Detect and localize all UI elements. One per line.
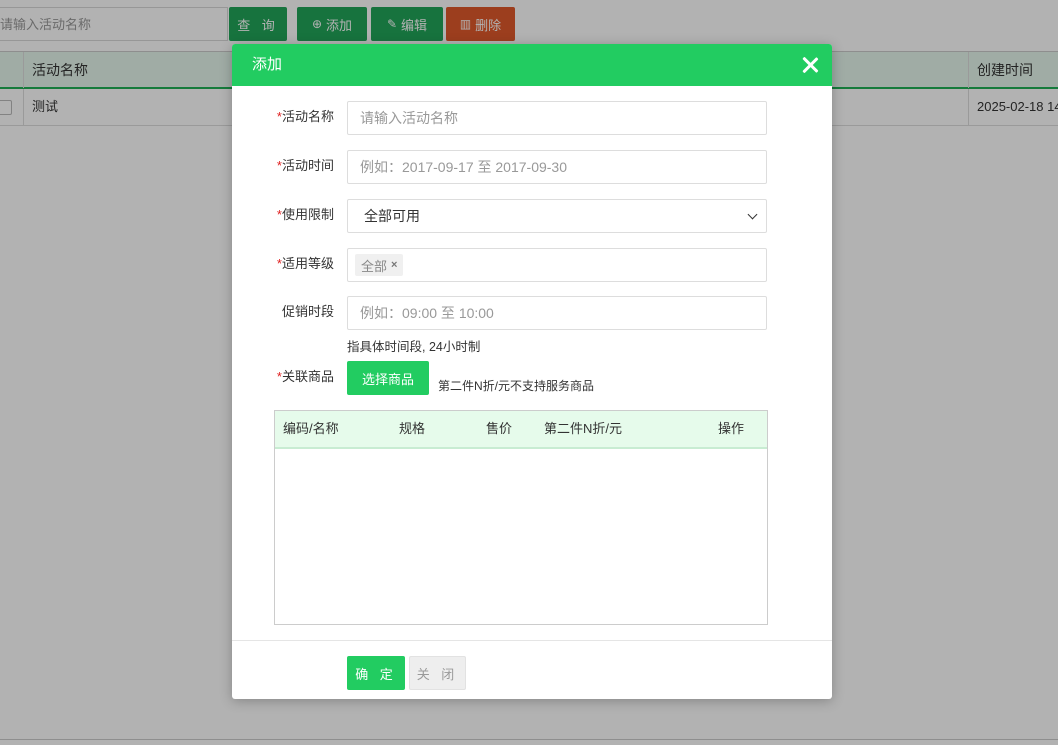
goods-col-code: 编码/名称 (283, 421, 339, 436)
goods-table: 编码/名称 规格 售价 第二件N折/元 操作 (274, 410, 768, 625)
level-label-text: 适用等级 (281, 256, 334, 271)
level-label: *适用等级 (272, 256, 334, 272)
dialog-footer-divider (232, 640, 832, 641)
goods-col-spec: 规格 (399, 421, 426, 436)
level-tag-label: 全部 (361, 258, 388, 274)
level-multiselect[interactable]: 全部 × (347, 248, 767, 282)
time-label: *活动时间 (272, 158, 334, 174)
goods-hint: 第二件N折/元不支持服务商品 (438, 379, 595, 393)
promo-period-input[interactable] (347, 296, 767, 330)
activity-name-input[interactable] (347, 101, 767, 135)
time-label-text: 活动时间 (281, 158, 334, 173)
usage-limit-select[interactable]: 全部可用 (347, 199, 767, 233)
limit-label-text: 使用限制 (281, 207, 334, 222)
goods-label-text: 关联商品 (281, 369, 334, 384)
limit-label: *使用限制 (272, 207, 334, 223)
goods-table-header: 编码/名称 规格 售价 第二件N折/元 操作 (275, 411, 767, 449)
remove-tag-icon[interactable]: × (391, 259, 397, 271)
close-icon[interactable] (800, 55, 820, 75)
close-button[interactable]: 关 闭 (409, 656, 466, 690)
activity-time-input[interactable] (347, 150, 767, 184)
chevron-down-icon (747, 209, 758, 219)
period-hint: 指具体时间段, 24小时制 (347, 340, 481, 354)
confirm-button[interactable]: 确 定 (347, 656, 405, 690)
level-tag: 全部 × (355, 254, 404, 276)
dialog-title: 添加 (252, 56, 283, 73)
dialog-header: 添加 (232, 44, 832, 86)
goods-col-second: 第二件N折/元 (544, 421, 623, 436)
period-label: 促销时段 (272, 304, 334, 320)
period-label-text: 促销时段 (281, 304, 334, 319)
goods-col-price: 售价 (486, 421, 513, 436)
select-goods-button[interactable]: 选择商品 (347, 361, 429, 395)
goods-col-action: 操作 (718, 421, 745, 436)
name-label: *活动名称 (272, 109, 334, 125)
usage-limit-value: 全部可用 (364, 208, 420, 224)
add-dialog: 添加 *活动名称 *活动时间 *使用限制 全部可用 *适用等级 全部 × 促销时… (232, 44, 832, 699)
name-label-text: 活动名称 (281, 109, 334, 124)
goods-label: *关联商品 (272, 369, 334, 385)
